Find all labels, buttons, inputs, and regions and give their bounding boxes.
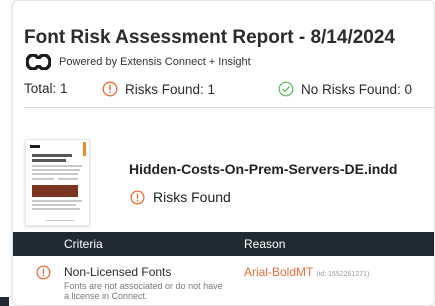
summary-bar: Total: 1 Risks Found: 1 No Risks Found: …	[24, 81, 428, 103]
risk-table-header: Criteria Reason	[13, 232, 434, 256]
report-card: Font Risk Assessment Report - 8/14/2024 …	[12, 0, 435, 306]
report-title: Font Risk Assessment Report - 8/14/2024	[24, 27, 395, 48]
thumbnail-line	[32, 204, 76, 206]
column-header-reason: Reason	[244, 237, 286, 251]
thumbnail-line	[32, 200, 82, 202]
powered-by-row: Powered by Extensis Connect + Insight	[26, 53, 251, 71]
thumbnail-highlight-block	[32, 185, 78, 197]
thumbnail-heading-2	[32, 159, 66, 162]
summary-risks-found: Risks Found: 1	[102, 81, 215, 97]
column-header-criteria: Criteria	[64, 237, 103, 251]
thumbnail-line	[32, 208, 80, 210]
summary-total-label: Total: 1	[24, 81, 68, 96]
thumbnail-line	[32, 169, 80, 171]
thumbnail-footer	[46, 220, 74, 221]
page-corner-accent	[0, 297, 9, 306]
reason-cell: Arial-BoldMT (id: 1552261271)	[244, 265, 369, 279]
thumbnail-line	[32, 173, 78, 175]
extensis-logo-icon	[26, 54, 51, 70]
alert-circle-icon	[36, 265, 51, 280]
thumbnail-accent	[83, 142, 86, 156]
summary-divider	[24, 107, 434, 108]
file-name: Hidden-Costs-On-Prem-Servers-DE.indd	[129, 161, 398, 177]
thumbnail-line	[32, 165, 82, 167]
thumbnail-line	[58, 178, 78, 180]
reason-font-name[interactable]: Arial-BoldMT	[244, 265, 313, 279]
summary-total: Total: 1	[24, 81, 68, 96]
thumbnail-logo	[30, 145, 40, 148]
powered-by-text: Powered by Extensis Connect + Insight	[59, 56, 251, 68]
summary-risks-label: Risks Found: 1	[125, 81, 216, 97]
summary-no-risks-label: No Risks Found: 0	[301, 81, 413, 97]
thumbnail-line	[32, 178, 54, 180]
reason-font-id: (id: 1552261271)	[316, 271, 370, 278]
file-status-label: Risks Found	[153, 189, 231, 205]
alert-circle-icon	[130, 189, 145, 205]
table-row: Non-Licensed Fonts Fonts are not associa…	[13, 256, 434, 305]
document-thumbnail[interactable]	[25, 139, 90, 226]
alert-circle-icon	[102, 81, 118, 97]
file-status: Risks Found	[130, 189, 231, 205]
criteria-title: Non-Licensed Fonts	[64, 265, 172, 279]
summary-no-risks-found: No Risks Found: 0	[278, 81, 412, 97]
thumbnail-heading	[32, 154, 72, 157]
check-circle-icon	[278, 81, 294, 97]
criteria-description: Fonts are not associated or do not have …	[64, 281, 223, 301]
